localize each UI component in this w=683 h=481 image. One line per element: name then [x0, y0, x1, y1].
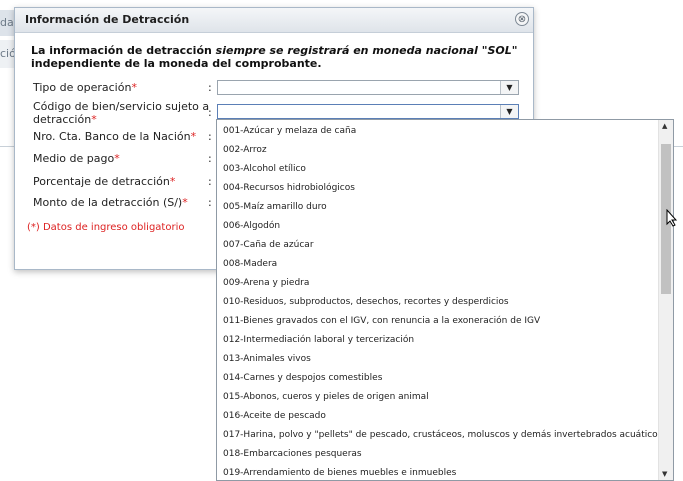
scroll-down-icon[interactable]: ▼: [662, 470, 667, 478]
colon: :: [208, 81, 212, 94]
colon: :: [208, 175, 212, 188]
dialog-header: Información de Detracción ⊗: [15, 8, 533, 33]
background-text: da: [0, 16, 14, 29]
notice-text: La información de detracción: [31, 44, 216, 57]
dropdown-option[interactable]: 016-Aceite de pescado: [223, 411, 326, 421]
dropdown-option[interactable]: 007-Caña de azúcar: [223, 240, 314, 250]
dialog-title: Información de Detracción: [25, 13, 190, 26]
dropdown-option[interactable]: 004-Recursos hidrobiológicos: [223, 183, 355, 193]
scroll-up-icon[interactable]: ▲: [662, 122, 667, 130]
dropdown-option[interactable]: 012-Intermediación laboral y tercerizaci…: [223, 335, 414, 345]
chevron-down-icon[interactable]: ▼: [500, 81, 518, 94]
dropdown-option[interactable]: 005-Maíz amarillo duro: [223, 202, 327, 212]
dropdown-option[interactable]: 002-Arroz: [223, 145, 267, 155]
mouse-cursor-icon: [666, 209, 678, 227]
colon: :: [208, 152, 212, 165]
dropdown-option[interactable]: 019-Arrendamiento de bienes muebles e in…: [223, 468, 456, 478]
colon: :: [208, 106, 212, 119]
codigo-bien-dropdown[interactable]: 001-Azúcar y melaza de caña 002-Arroz 00…: [216, 119, 674, 481]
notice-text-2: independiente de la moneda del comproban…: [31, 57, 322, 70]
tipo-operacion-select[interactable]: ▼: [217, 80, 519, 95]
label-porcentaje: Porcentaje de detracción*: [33, 175, 176, 188]
dropdown-option[interactable]: 014-Carnes y despojos comestibles: [223, 373, 382, 383]
dropdown-option[interactable]: 013-Animales vivos: [223, 354, 311, 364]
dropdown-option[interactable]: 015-Abonos, cueros y pieles de origen an…: [223, 392, 429, 402]
label-codigo-bien: Código de bien/servicio sujeto a detracci…: [33, 100, 210, 126]
label-nro-cta: Nro. Cta. Banco de la Nación*: [33, 130, 197, 143]
currency-notice: La información de detracción siempre se …: [31, 44, 521, 70]
dropdown-option[interactable]: 010-Residuos, subproductos, desechos, re…: [223, 297, 509, 307]
dropdown-option[interactable]: 009-Arena y piedra: [223, 278, 309, 288]
colon: :: [208, 130, 212, 143]
label-medio-pago: Medio de pago*: [33, 152, 120, 165]
dropdown-option[interactable]: 018-Embarcaciones pesqueras: [223, 449, 362, 459]
dropdown-option[interactable]: 017-Harina, polvo y "pellets" de pescado…: [223, 430, 662, 440]
dropdown-option[interactable]: 001-Azúcar y melaza de caña: [223, 126, 356, 136]
dropdown-option[interactable]: 011-Bienes gravados con el IGV, con renu…: [223, 316, 540, 326]
dropdown-option[interactable]: 003-Alcohol etílico: [223, 164, 306, 174]
mandatory-note: (*) Datos de ingreso obligatorio: [27, 222, 185, 233]
dropdown-scrollbar[interactable]: ▲ ▼: [658, 120, 673, 480]
close-icon[interactable]: ⊗: [515, 12, 529, 26]
label-tipo-operacion: Tipo de operación*: [33, 81, 137, 94]
colon: :: [208, 196, 212, 209]
chevron-down-icon[interactable]: ▼: [500, 105, 518, 118]
dropdown-option[interactable]: 008-Madera: [223, 259, 277, 269]
notice-italic: siempre se registrará en moneda nacional…: [215, 44, 518, 57]
label-monto: Monto de la detracción (S/)*: [33, 196, 188, 209]
dropdown-option[interactable]: 006-Algodón: [223, 221, 280, 231]
codigo-bien-select[interactable]: ▼: [217, 104, 519, 119]
